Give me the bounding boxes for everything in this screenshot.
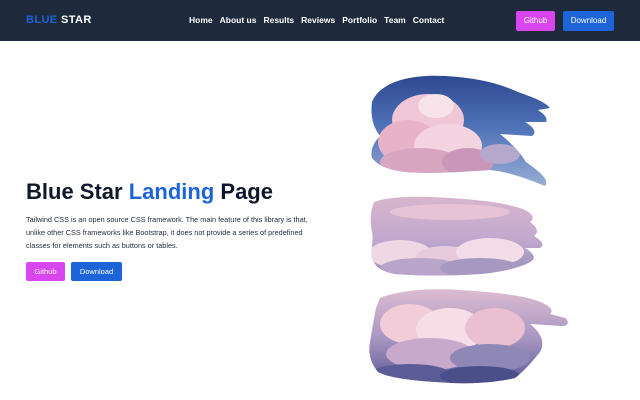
hero-github-button[interactable]: Github bbox=[26, 262, 65, 281]
hero-cloud-image bbox=[369, 75, 568, 384]
nav-link-portfolio[interactable]: Portfolio bbox=[342, 15, 377, 26]
nav-download-button[interactable]: Download bbox=[563, 11, 614, 31]
logo-text-star: Star bbox=[61, 14, 92, 26]
nav-link-about-us[interactable]: About us bbox=[220, 15, 257, 26]
logo[interactable]: Blue Star bbox=[26, 14, 92, 26]
hero-download-button[interactable]: Download bbox=[71, 262, 122, 281]
hero-title: Blue Star Landing Page bbox=[26, 179, 273, 205]
hero-title-start: Blue Star bbox=[26, 179, 123, 204]
navbar: Blue Star Home About us Results Reviews … bbox=[0, 0, 640, 41]
hero-title-accent: Landing bbox=[128, 179, 215, 204]
cloud-stroke-middle bbox=[370, 196, 543, 276]
hero-description: Tailwind CSS is an open source CSS frame… bbox=[26, 215, 308, 250]
nav-link-home[interactable]: Home bbox=[189, 15, 213, 26]
nav-link-contact[interactable]: Contact bbox=[413, 15, 445, 26]
nav-link-reviews[interactable]: Reviews bbox=[301, 15, 335, 26]
nav-github-button[interactable]: Github bbox=[516, 11, 555, 31]
nav-link-team[interactable]: Team bbox=[384, 15, 406, 26]
cloud-stroke-top bbox=[371, 75, 551, 186]
hero-title-end: Page bbox=[220, 179, 273, 204]
cloud-stroke-bottom bbox=[369, 289, 568, 384]
nav-link-results[interactable]: Results bbox=[263, 15, 294, 26]
nav-links: Home About us Results Reviews Portfolio … bbox=[189, 15, 444, 26]
logo-text-blue: Blue bbox=[26, 14, 58, 26]
